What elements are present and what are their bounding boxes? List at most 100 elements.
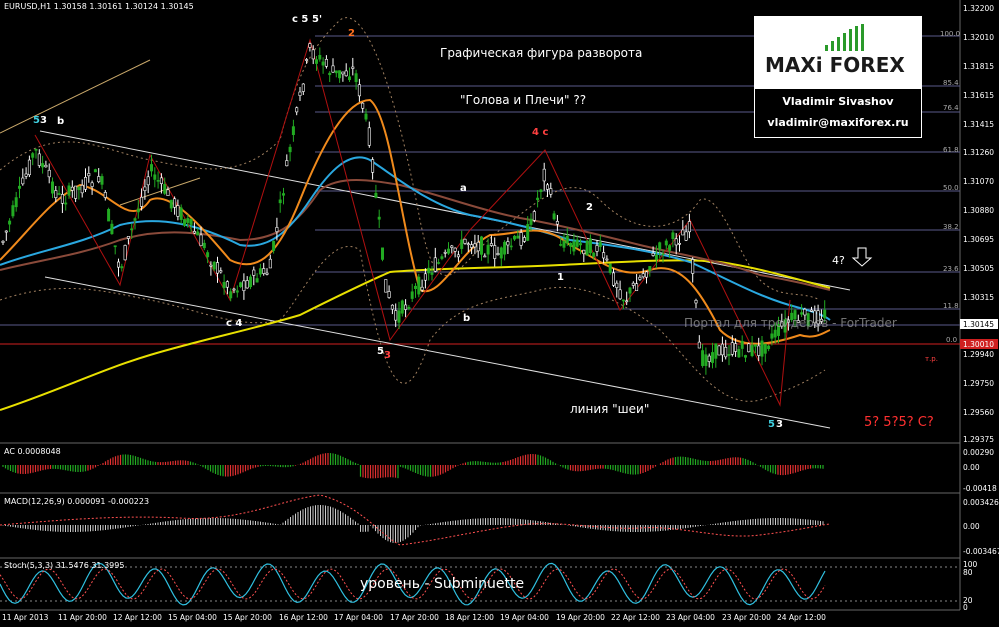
wave-label: 2	[586, 202, 593, 213]
candle-body	[668, 245, 672, 251]
candle-body	[357, 84, 361, 97]
price-tick: 1.31260	[963, 148, 995, 157]
fib-label: 23.6	[943, 265, 959, 273]
candle-body	[338, 70, 342, 79]
candle-body	[374, 192, 378, 198]
candle-body	[443, 251, 447, 254]
candle-body	[77, 186, 81, 191]
candle-body	[763, 343, 767, 354]
candle-body	[440, 256, 444, 259]
candle-body	[117, 261, 121, 268]
candle-body	[641, 273, 645, 278]
fib-label: 76.4	[943, 104, 959, 112]
candle-body	[37, 153, 41, 166]
macd-axis-min: -0.003467	[963, 547, 999, 556]
candle-body	[298, 91, 302, 96]
time-tick: 18 Apr 12:00	[445, 613, 494, 622]
candle-body	[24, 173, 28, 177]
candle-body	[720, 343, 724, 356]
candle-body	[209, 264, 213, 267]
candle-body	[628, 287, 632, 294]
candle-body	[707, 355, 711, 362]
candle-body	[427, 267, 431, 274]
wave-label: 3	[40, 115, 47, 126]
candle-body	[126, 236, 130, 239]
candle-body	[31, 153, 35, 158]
candle-body	[743, 355, 747, 358]
candle-body	[489, 243, 493, 246]
candle-body	[278, 199, 282, 204]
candle-body	[192, 231, 196, 234]
price-tick: 1.29375	[963, 435, 995, 444]
macd-axis-zero: 0.00	[963, 522, 980, 531]
candle-body	[361, 102, 365, 109]
candle-body	[364, 113, 368, 120]
candle-body	[387, 291, 391, 298]
author-email[interactable]: vladimir@maxiforex.ru	[755, 116, 921, 129]
stoch-title: Stoch(5,3,3) 31.5476 31.3995	[4, 561, 125, 570]
candle-body	[450, 245, 454, 248]
candle-body	[311, 49, 315, 60]
price-tick: 1.31415	[963, 120, 995, 129]
candle-body	[714, 343, 718, 359]
candle-body	[433, 257, 437, 272]
candle-body	[701, 350, 705, 366]
candle-body	[437, 262, 441, 264]
candle-body	[671, 232, 675, 239]
candle-body	[483, 255, 487, 258]
candle-body	[522, 237, 526, 242]
candle-body	[34, 149, 38, 151]
candle-body	[64, 202, 68, 205]
candle-body	[120, 266, 124, 269]
candle-body	[14, 197, 18, 208]
time-tick: 11 Apr 2013	[2, 613, 49, 622]
candle-body	[354, 73, 358, 83]
candle-body	[295, 107, 299, 113]
candle-body	[562, 240, 566, 248]
candle-body	[281, 193, 285, 196]
candle-body	[74, 185, 78, 199]
down-arrow-icon	[851, 247, 873, 267]
price-tick: 1.29940	[963, 350, 995, 359]
trend-channel	[0, 59, 851, 429]
candle-body	[97, 176, 101, 183]
candle-body	[219, 270, 223, 273]
candle-body	[757, 345, 761, 356]
candle-body	[133, 218, 137, 221]
candle-body	[625, 300, 629, 303]
wave-label: 3	[384, 350, 391, 361]
candle-body	[519, 232, 523, 246]
candle-body	[8, 220, 12, 225]
price-tick: 1.30880	[963, 206, 995, 215]
candle-body	[305, 59, 309, 61]
candle-body	[110, 223, 114, 235]
candle-body	[57, 193, 61, 195]
candle-body	[750, 345, 754, 357]
candle-body	[11, 205, 15, 217]
candle-body	[549, 188, 553, 195]
candle-body	[212, 261, 216, 270]
candle-body	[717, 345, 721, 356]
wave-label: 5	[377, 346, 384, 357]
wave-label: 3	[776, 419, 783, 430]
neckline-label: линия "шеи"	[570, 402, 650, 416]
candle-body	[710, 352, 714, 363]
macd-histogram	[2, 505, 824, 543]
candle-body	[90, 182, 94, 187]
candle-body	[84, 177, 88, 190]
candle-body	[54, 190, 58, 198]
logo-maxi: MAXi	[765, 53, 823, 77]
candle-body	[470, 244, 474, 248]
candle-body	[262, 268, 266, 274]
candle-body	[512, 235, 516, 240]
ac-axis-max: 0.00290	[963, 448, 995, 457]
candle-body	[288, 146, 292, 153]
price-tick: 1.32010	[963, 33, 995, 42]
candle-body	[400, 300, 404, 314]
wave-label: 1	[557, 272, 564, 283]
candle-body	[252, 269, 256, 276]
candle-body	[681, 229, 685, 236]
candle-body	[113, 245, 117, 248]
candle-body	[773, 329, 777, 338]
candle-body	[60, 194, 64, 204]
